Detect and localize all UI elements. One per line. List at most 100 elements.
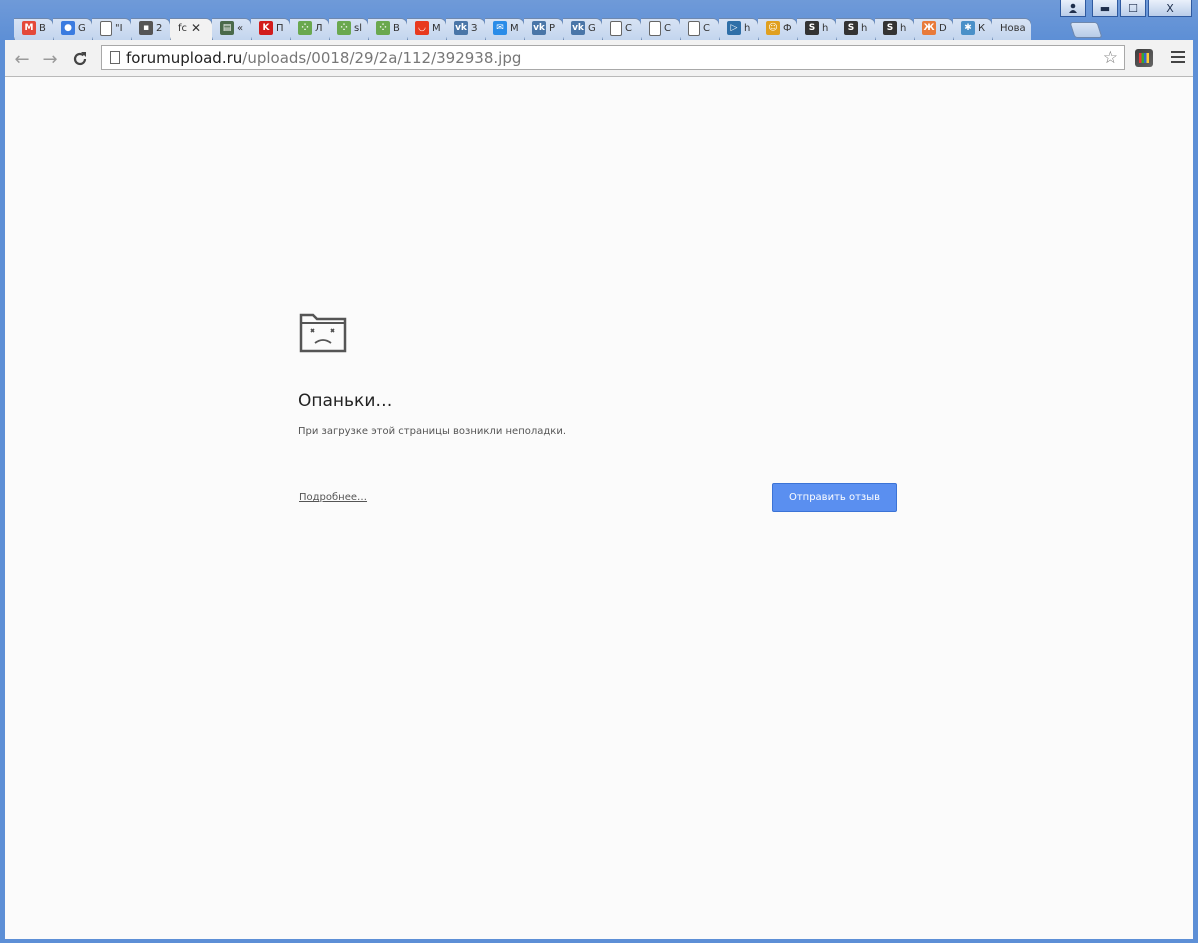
tab-title: D [939, 22, 947, 34]
tab-title: h [744, 22, 751, 34]
tab-18[interactable]: ▷ h [719, 16, 758, 40]
tab-21[interactable]: Sh [836, 16, 875, 40]
tab-title: G [78, 22, 86, 34]
tab-strip: M В ● G "I ▪ 2 fc ✕ ▤ «K П ⁘ Л ⁘ sl ⁘ В ◡ Мvk З ✉ Мvk Рvk G С С С ▷ h… [14, 16, 1031, 40]
page-icon [688, 20, 700, 36]
back-button[interactable]: ← [11, 48, 33, 70]
tab-title: Ф [783, 22, 792, 34]
tab-title: fc [178, 22, 188, 34]
tab-title: h [900, 22, 907, 34]
bookmark-star-icon[interactable]: ☆ [1103, 48, 1118, 68]
close-tab-icon[interactable]: ✕ [191, 21, 201, 35]
vk-icon: vk [532, 21, 546, 35]
s-icon: S [805, 21, 819, 35]
tab-title: h [822, 22, 829, 34]
new-tab-button[interactable] [1069, 22, 1103, 38]
tab-7[interactable]: ⁘ Л [290, 16, 329, 40]
tab-5[interactable]: ▤ « [212, 16, 251, 40]
page-icon [610, 20, 622, 36]
tab-title: "I [115, 22, 123, 34]
tab-8[interactable]: ⁘ sl [329, 16, 368, 40]
aliexpress-icon: ◡ [415, 21, 429, 35]
tab-12[interactable]: ✉ М [485, 16, 524, 40]
tab-19[interactable]: ☺ Ф [758, 16, 797, 40]
address-bar[interactable]: forumupload.ru/uploads/0018/29/2a/112/39… [101, 45, 1125, 70]
smiley-icon: ☺ [766, 21, 780, 35]
tab-title: С [664, 22, 671, 34]
tab-0[interactable]: MВ [14, 16, 53, 40]
window-controls: ▬ ☐ X [1060, 0, 1192, 18]
send-feedback-button[interactable]: Отправить отзыв [772, 483, 897, 512]
tab-3[interactable]: ▪ 2 [131, 16, 170, 40]
tab-9[interactable]: ⁘ В [368, 16, 407, 40]
toolbar: ← → forumupload.ru/uploads/0018/29/2a/11… [5, 40, 1193, 77]
tab-title: С [625, 22, 632, 34]
reload-button[interactable] [69, 48, 91, 70]
tab-11[interactable]: vk З [446, 16, 485, 40]
browser-window: ▬ ☐ X M В ● G "I ▪ 2 fc ✕ ▤ «K П ⁘ Л ⁘ sl ⁘ В ◡ Мvk З ✉ Мvk Рvk… [0, 0, 1198, 943]
extension-icon[interactable] [1135, 49, 1153, 67]
news-icon: ▤ [220, 21, 234, 35]
url-host: forumupload.ru [126, 48, 243, 67]
s-icon: S [844, 21, 858, 35]
forward-button[interactable]: → [39, 48, 61, 70]
tab-title: М [432, 22, 441, 34]
tab-6[interactable]: KП [251, 16, 290, 40]
tab-10[interactable]: ◡ М [407, 16, 446, 40]
tab-title: Л [315, 22, 323, 34]
tab-22[interactable]: Sh [875, 16, 914, 40]
app-icon: ▪ [139, 21, 153, 35]
tab-title: Р [549, 22, 556, 34]
tab-14[interactable]: vk G [563, 16, 602, 40]
page-icon [110, 51, 120, 64]
tab-16[interactable]: С [641, 16, 680, 40]
tab-4[interactable]: fc ✕ [170, 16, 212, 40]
tab-title: h [861, 22, 868, 34]
sad-folder-icon [299, 313, 347, 353]
tab-15[interactable]: С [602, 16, 641, 40]
details-link[interactable]: Подробнее… [299, 492, 367, 503]
tab-title: « [237, 22, 244, 34]
close-button[interactable]: X [1148, 0, 1192, 17]
tab-title: 2 [156, 22, 163, 34]
page-icon [100, 20, 112, 36]
dots-icon: ⁘ [376, 21, 390, 35]
tab-25[interactable]: Нова [992, 16, 1031, 40]
url-path: /uploads/0018/29/2a/112/392938.jpg [242, 48, 522, 67]
message-icon: ✉ [493, 21, 507, 35]
tab-2[interactable]: "I [92, 16, 131, 40]
error-description: При загрузке этой страницы возникли непо… [298, 426, 566, 437]
tab-17[interactable]: С [680, 16, 719, 40]
tab-title: sl [354, 22, 362, 34]
maximize-button[interactable]: ☐ [1120, 0, 1146, 17]
tab-title: В [39, 22, 46, 34]
dots-icon: ⁘ [337, 21, 351, 35]
page-content: Опаньки… При загрузке этой страницы возн… [5, 77, 1193, 939]
vk-icon: vk [454, 21, 468, 35]
k-icon: K [259, 21, 273, 35]
tab-title: М [510, 22, 519, 34]
tab-20[interactable]: Sh [797, 16, 836, 40]
tab-title: З [471, 22, 478, 34]
tab-title: П [276, 22, 284, 34]
page-icon [649, 20, 661, 36]
gmail-icon: M [22, 21, 36, 35]
tab-title: К [978, 22, 986, 34]
contacts-icon: ● [61, 21, 75, 35]
s-icon: S [883, 21, 897, 35]
tab-title: С [703, 22, 710, 34]
url-text: forumupload.ru/uploads/0018/29/2a/112/39… [126, 49, 521, 67]
tab-1[interactable]: ● G [53, 16, 92, 40]
tab-title: G [588, 22, 596, 34]
tab-23[interactable]: ЖD [914, 16, 953, 40]
tab-24[interactable]: ✱ К [953, 16, 992, 40]
vk-icon: vk [571, 21, 585, 35]
puzzle-icon: ✱ [961, 21, 975, 35]
menu-icon[interactable] [1171, 51, 1185, 63]
minimize-button[interactable]: ▬ [1092, 0, 1118, 17]
ok-icon: Ж [922, 21, 936, 35]
profile-icon[interactable] [1060, 0, 1086, 17]
error-title: Опаньки… [298, 391, 393, 411]
tv-icon: ▷ [727, 21, 741, 35]
tab-13[interactable]: vk Р [524, 16, 563, 40]
